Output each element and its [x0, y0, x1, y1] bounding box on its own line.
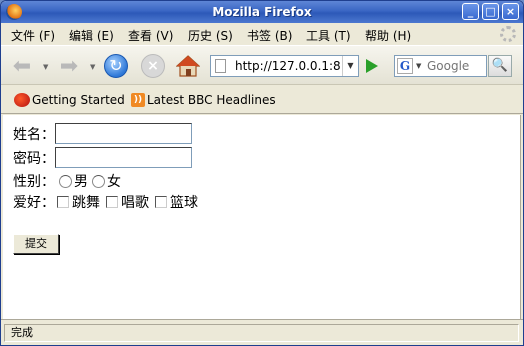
home-icon [176, 55, 200, 77]
hobby-sing-label: 唱歌 [121, 195, 149, 211]
name-input[interactable] [55, 123, 192, 144]
hobby-dance-checkbox[interactable] [57, 196, 69, 208]
minimize-button[interactable]: _ [462, 3, 479, 20]
password-label: 密码： [13, 150, 55, 167]
forward-history-dropdown-icon[interactable]: ▼ [90, 63, 95, 71]
gender-male-radio[interactable] [59, 174, 72, 188]
menu-help[interactable]: 帮助 (H) [365, 27, 411, 44]
url-history-dropdown-icon[interactable]: ▼ [342, 56, 358, 76]
page-content: 姓名： 密码： 性别： 男 女 爱好： 跳舞 唱歌 篮球 提交 [3, 115, 521, 319]
menu-bar: 文件 (F) 编辑 (E) 查看 (V) 历史 (S) 书签 (B) 工具 (T… [1, 23, 523, 45]
home-button[interactable] [175, 53, 201, 79]
page-icon [215, 59, 226, 73]
menu-edit[interactable]: 编辑 (E) [69, 27, 114, 44]
maximize-button[interactable]: □ [482, 3, 499, 20]
menu-bookmarks[interactable]: 书签 (B) [247, 27, 292, 44]
hobby-sing-checkbox[interactable] [106, 196, 118, 208]
bookmark-getting-started[interactable]: Getting Started [14, 93, 125, 107]
gender-label: 性别： [13, 174, 55, 190]
status-bar: 完成 [1, 319, 523, 345]
magnifier-icon: 🔍 [491, 58, 509, 73]
firefox-bookmark-icon [14, 93, 30, 107]
hobby-label: 爱好： [13, 195, 55, 211]
status-text: 完成 [4, 324, 519, 342]
menu-view[interactable]: 查看 (V) [128, 27, 173, 44]
submit-button[interactable]: 提交 [13, 234, 59, 254]
hobby-basketball-label: 篮球 [170, 195, 198, 211]
search-engine-dropdown-icon[interactable]: ▼ [416, 62, 421, 70]
gender-female-label: 女 [107, 174, 121, 190]
menu-history[interactable]: 历史 (S) [188, 27, 233, 44]
stop-icon: × [141, 54, 165, 78]
password-input[interactable] [55, 147, 192, 168]
rss-feed-icon: )) [131, 93, 145, 107]
name-row: 姓名： [13, 123, 192, 144]
bookmark-label: Getting Started [32, 93, 125, 107]
window-title: Mozilla Firefox [212, 5, 312, 19]
search-box[interactable]: G ▼ [394, 55, 487, 77]
go-arrow-icon[interactable] [366, 59, 378, 73]
bookmark-label: Latest BBC Headlines [147, 93, 276, 107]
search-input[interactable] [427, 58, 485, 74]
browser-window: Mozilla Firefox _ □ × 文件 (F) 编辑 (E) 查看 (… [0, 0, 524, 346]
menu-file[interactable]: 文件 (F) [11, 27, 55, 44]
close-button[interactable]: × [502, 3, 519, 20]
gender-male-label: 男 [74, 174, 88, 190]
gender-female-radio[interactable] [92, 174, 105, 188]
reload-icon: ↻ [104, 54, 128, 78]
search-button[interactable]: 🔍 [488, 55, 512, 77]
search-engine-icon[interactable]: G [397, 58, 413, 74]
back-history-dropdown-icon[interactable]: ▼ [43, 63, 48, 71]
name-label: 姓名： [13, 126, 55, 143]
reload-button[interactable]: ↻ [103, 53, 129, 79]
menu-tools[interactable]: 工具 (T) [306, 27, 351, 44]
hobby-dance-label: 跳舞 [72, 195, 100, 211]
bookmarks-toolbar: Getting Started )) Latest BBC Headlines [1, 86, 523, 114]
throbber-icon [500, 26, 516, 42]
gender-row: 性别： 男 女 [13, 171, 121, 191]
back-arrow-icon[interactable]: ⬅ [9, 53, 35, 79]
password-row: 密码： [13, 147, 192, 168]
navigation-toolbar: ⬅ ▼ ➡ ▼ ↻ × http://127.0.0.1:8 ▼ G ▼ Goo… [1, 45, 523, 85]
stop-button[interactable]: × [140, 53, 166, 79]
hobby-row: 爱好： 跳舞 唱歌 篮球 [13, 192, 198, 212]
hobby-basketball-checkbox[interactable] [155, 196, 167, 208]
bookmark-bbc-headlines[interactable]: )) Latest BBC Headlines [131, 93, 276, 107]
address-bar[interactable]: http://127.0.0.1:8 ▼ [210, 55, 359, 77]
forward-arrow-icon[interactable]: ➡ [56, 53, 82, 79]
title-bar: Mozilla Firefox _ □ × [1, 1, 523, 23]
url-text[interactable]: http://127.0.0.1:8 [235, 59, 343, 73]
